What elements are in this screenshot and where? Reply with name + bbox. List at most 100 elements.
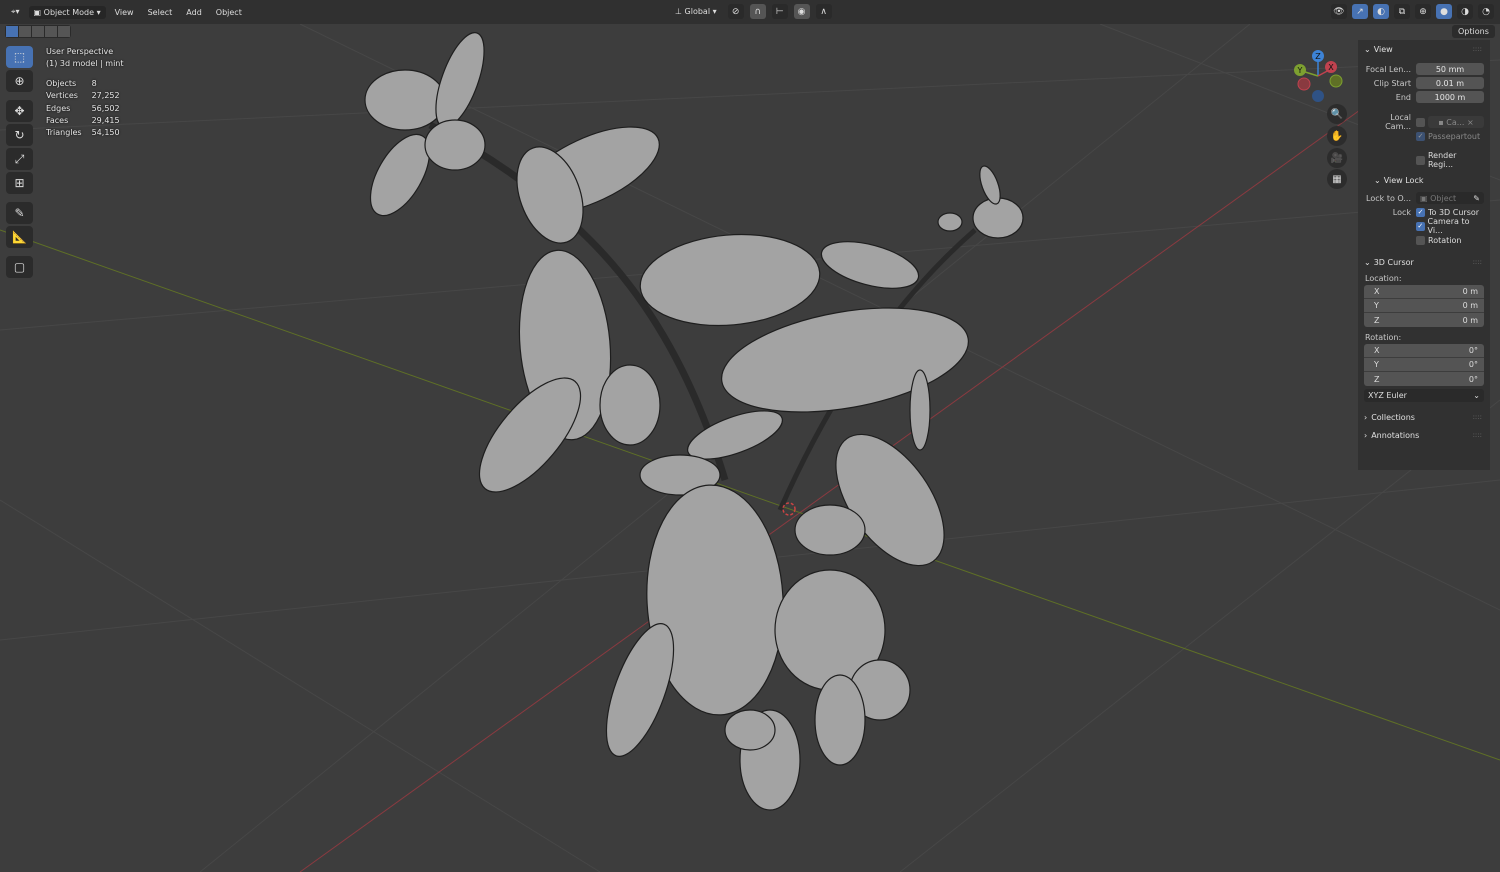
section-title: 3D Cursor	[1373, 257, 1414, 267]
xray-icon[interactable]: ⧉	[1394, 4, 1410, 19]
location-y-field[interactable]: Y 0 m	[1364, 299, 1484, 313]
overlay-toggle-icon[interactable]: ◐	[1373, 4, 1389, 19]
mode-label: Object Mode	[43, 7, 95, 17]
orientation-label: Global	[684, 7, 711, 16]
proportional-edit-icon[interactable]: ◉	[793, 4, 810, 19]
drag-grip-icon[interactable]: ::::	[1473, 45, 1482, 53]
select-invert-icon[interactable]	[45, 26, 57, 37]
focal-length-field[interactable]: 50 mm	[1416, 63, 1484, 75]
menu-add[interactable]: Add	[181, 6, 207, 19]
eyedropper-icon[interactable]: ✎	[1473, 194, 1480, 203]
transform-tool-icon[interactable]: ⊞	[6, 172, 33, 194]
camera-to-view-label: Camera to Vi...	[1427, 217, 1470, 235]
location-label: Location:	[1365, 273, 1402, 283]
select-subtract-icon[interactable]	[32, 26, 44, 37]
stat-label: Faces	[46, 116, 69, 126]
view-lock-section-header[interactable]: ⌄ View Lock	[1358, 171, 1490, 189]
clip-start-label: Clip Start	[1373, 78, 1411, 88]
passepartout-checkbox[interactable]: ✓	[1416, 131, 1425, 141]
axis-value: 0°	[1468, 374, 1478, 384]
y-axis-label: Y	[1297, 66, 1303, 75]
menu-select[interactable]: Select	[143, 6, 178, 19]
annotate-tool-icon[interactable]: ✎	[6, 202, 33, 224]
location-z-field[interactable]: Z 0 m	[1364, 313, 1484, 327]
solid-shading-icon[interactable]: ●	[1436, 4, 1452, 19]
options-dropdown[interactable]: Options	[1452, 25, 1495, 38]
lock-label: Lock	[1392, 207, 1411, 217]
mode-dropdown[interactable]: ▣ Object Mode ▾	[28, 5, 106, 19]
stat-value: 29,415	[91, 116, 120, 126]
wireframe-shading-icon[interactable]: ⊕	[1415, 4, 1431, 19]
axis-value: 0 m	[1462, 315, 1478, 325]
camera-to-view-checkbox[interactable]: ✓	[1416, 221, 1425, 231]
render-region-checkbox[interactable]	[1416, 155, 1425, 165]
lock-rotation-checkbox[interactable]	[1416, 235, 1425, 245]
measure-tool-icon[interactable]: 📐	[6, 226, 33, 248]
navigation-gizmo[interactable]: Z X Y	[1290, 48, 1350, 104]
rotation-x-field[interactable]: X 0°	[1364, 344, 1484, 358]
x-axis-label: X	[1328, 63, 1334, 72]
select-new-icon[interactable]	[6, 26, 18, 37]
3d-viewport[interactable]	[0, 24, 1500, 872]
section-title: View Lock	[1383, 175, 1424, 185]
select-extend-icon[interactable]	[19, 26, 31, 37]
stat-label: Vertices	[46, 91, 78, 101]
scale-tool-icon[interactable]: ⤢	[6, 148, 33, 170]
select-intersect-icon[interactable]	[58, 26, 70, 37]
perspective-grid-icon[interactable]: ▦	[1327, 169, 1347, 189]
axis-label: Y	[1374, 301, 1379, 310]
local-camera-field[interactable]: ▪ Ca... ×	[1428, 116, 1484, 128]
menu-object[interactable]: Object	[211, 6, 247, 19]
axis-label: Z	[1374, 374, 1380, 384]
lock-rotation-label: Rotation	[1428, 235, 1462, 245]
rendered-shading-icon[interactable]: ◔	[1478, 4, 1494, 19]
lock-to-cursor-checkbox[interactable]: ✓	[1416, 207, 1425, 217]
menu-view[interactable]: View	[110, 6, 139, 19]
gizmo-toggle-icon[interactable]: ↗	[1352, 4, 1368, 19]
mint-plant-wireframe[interactable]	[358, 27, 1024, 811]
move-tool-icon[interactable]: ✥	[6, 100, 33, 122]
local-camera-checkbox[interactable]	[1416, 117, 1425, 127]
visibility-icon[interactable]: 👁	[1331, 4, 1347, 19]
drag-grip-icon[interactable]: ::::	[1473, 413, 1482, 421]
lock-to-object-field[interactable]: ▣ Object ✎	[1416, 192, 1484, 204]
location-x-field[interactable]: X 0 m	[1364, 285, 1484, 299]
collections-section-header[interactable]: › Collections::::	[1358, 408, 1490, 426]
rotation-mode-dropdown[interactable]: XYZ Euler ⌄	[1364, 389, 1484, 402]
3d-cursor-section-header[interactable]: ⌄ 3D Cursor::::	[1358, 253, 1490, 271]
pivot-icon[interactable]: ⊘	[727, 4, 744, 19]
cursor-tool-icon[interactable]: ⊕	[6, 70, 33, 92]
snap-target-icon[interactable]: ⊢	[771, 4, 788, 19]
view-name: User Perspective	[46, 47, 114, 56]
stat-row: Vertices 27,252	[46, 90, 130, 102]
transform-tools: ⊥ Global ▾ ⊘ ∩ ⊢ ◉ ∧	[670, 4, 832, 19]
annotations-section-header[interactable]: › Annotations::::	[1358, 426, 1490, 444]
stat-label: Objects	[46, 78, 77, 88]
falloff-icon[interactable]: ∧	[815, 4, 832, 19]
drag-grip-icon[interactable]: ::::	[1473, 431, 1482, 439]
zoom-icon[interactable]: 🔍	[1327, 104, 1347, 124]
cursor-rotation-fields: X 0° Y 0° Z 0°	[1364, 344, 1484, 386]
view-section-header[interactable]: ⌄ View::::	[1358, 40, 1490, 58]
select-box-tool-icon[interactable]: ⬚	[6, 46, 33, 68]
clip-end-field[interactable]: 1000 m	[1416, 91, 1484, 103]
section-title: Annotations	[1371, 430, 1420, 440]
z-axis-label: Z	[1315, 52, 1321, 61]
rotation-y-field[interactable]: Y 0°	[1364, 358, 1484, 372]
section-title: Collections	[1371, 412, 1415, 422]
editor-type-icon[interactable]: ⌖▾	[6, 5, 25, 19]
rotate-tool-icon[interactable]: ↻	[6, 124, 33, 146]
clip-start-field[interactable]: 0.01 m	[1416, 77, 1484, 89]
camera-view-icon[interactable]: 🎥	[1327, 148, 1347, 168]
rotation-z-field[interactable]: Z 0°	[1364, 372, 1484, 386]
material-shading-icon[interactable]: ◑	[1457, 4, 1473, 19]
orientation-dropdown[interactable]: ⊥ Global ▾	[670, 5, 722, 18]
snap-icon[interactable]: ∩	[749, 4, 766, 19]
chevron-down-icon: ⌄	[1473, 391, 1480, 400]
drag-grip-icon[interactable]: ::::	[1473, 258, 1482, 266]
add-cube-tool-icon[interactable]: ▢	[6, 256, 33, 278]
tool-shelf: ⬚ ⊕ ✥ ↻ ⤢ ⊞ ✎ 📐 ▢	[6, 46, 33, 278]
rotation-mode-value: XYZ Euler	[1368, 391, 1407, 400]
pan-hand-icon[interactable]: ✋	[1327, 126, 1347, 146]
section-title: View	[1373, 44, 1393, 54]
